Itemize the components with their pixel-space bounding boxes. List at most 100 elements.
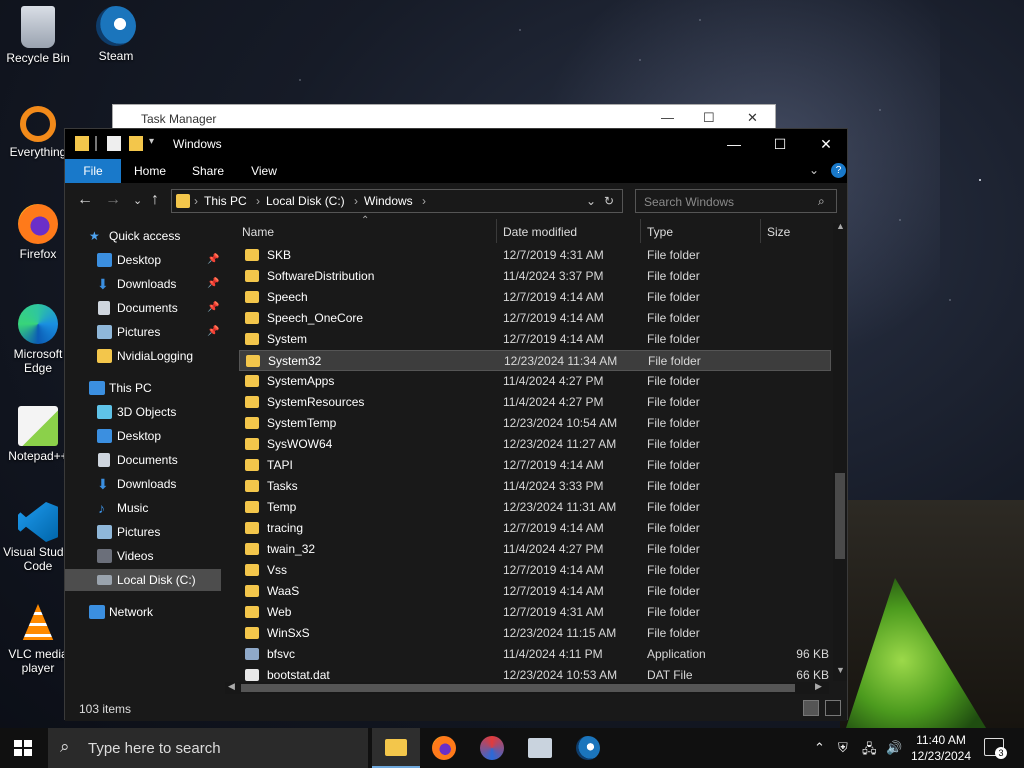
nav-local-disk[interactable]: Local Disk (C:) xyxy=(65,569,221,591)
tab-home[interactable]: Home xyxy=(129,159,171,183)
maximize-button[interactable]: ☐ xyxy=(757,129,803,159)
table-row[interactable]: Temp 12/23/2024 11:31 AM File folder xyxy=(239,497,831,518)
column-divider[interactable] xyxy=(496,219,497,243)
nav-music[interactable]: ♪ Music xyxy=(65,497,221,519)
nav-pictures[interactable]: Pictures xyxy=(65,521,221,543)
chevron-right-icon[interactable]: › xyxy=(422,194,426,208)
horizontal-scrollbar[interactable]: ◀ ▶ xyxy=(225,681,829,694)
taskbar-search[interactable]: ⌕ Type here to search xyxy=(48,728,368,768)
refresh-icon[interactable]: ↻ xyxy=(604,194,614,208)
security-icon[interactable]: ⛨ xyxy=(838,740,848,756)
table-row[interactable]: SoftwareDistribution 11/4/2024 3:37 PM Fil… xyxy=(239,266,831,287)
table-row[interactable]: SystemTemp 12/23/2024 10:54 AM File folder xyxy=(239,413,831,434)
address-dropdown-icon[interactable]: ⌄ xyxy=(586,194,596,208)
back-arrow-icon[interactable]: ← xyxy=(77,191,93,209)
column-name[interactable]: Name xyxy=(242,225,274,239)
taskbar-steam[interactable] xyxy=(564,728,612,768)
clock[interactable]: 11:40 AM 12/23/2024 xyxy=(906,732,976,764)
forward-arrow-icon[interactable]: → xyxy=(105,191,121,209)
breadcrumb-windows[interactable]: Windows xyxy=(364,194,413,208)
taskbar-app[interactable] xyxy=(468,728,516,768)
column-size[interactable]: Size xyxy=(767,225,790,239)
search-icon[interactable]: ⌕ xyxy=(818,194,825,209)
nav-this-pc[interactable]: This PC xyxy=(65,377,221,399)
expand-ribbon-icon[interactable]: ⌄ xyxy=(809,163,819,177)
chevron-right-icon[interactable]: › xyxy=(354,194,358,208)
up-arrow-icon[interactable]: ↑ xyxy=(151,191,159,209)
show-hidden-icons-chevron-icon[interactable]: ⌃ xyxy=(814,740,825,756)
nav-qa-documents[interactable]: Documents 📌 xyxy=(65,297,221,319)
table-row[interactable]: SysWOW64 12/23/2024 11:27 AM File folder xyxy=(239,434,831,455)
breadcrumb-local-disk[interactable]: Local Disk (C:) xyxy=(266,194,345,208)
pin-icon[interactable]: 📌 xyxy=(207,297,219,319)
taskbar-file-explorer[interactable] xyxy=(372,728,420,768)
tab-view[interactable]: View xyxy=(243,159,285,183)
title-bar[interactable]: ▾ Windows — ☐ ✕ xyxy=(65,129,847,159)
nav-qa-desktop[interactable]: Desktop 📌 xyxy=(65,249,221,271)
column-type[interactable]: Type xyxy=(647,225,673,239)
nav-downloads[interactable]: ⬇ Downloads xyxy=(65,473,221,495)
column-divider[interactable] xyxy=(760,219,761,243)
maximize-icon[interactable]: ☐ xyxy=(703,110,715,126)
nav-qa-nvidialogging[interactable]: NvidiaLogging xyxy=(65,345,221,367)
file-explorer-window[interactable]: ▾ Windows — ☐ ✕ File Home Share View ⌄ ?… xyxy=(64,128,848,721)
network-icon[interactable]: 🖧 xyxy=(862,740,877,762)
nav-quick-access[interactable]: ★ Quick access xyxy=(65,225,221,247)
table-row[interactable]: SKB 12/7/2019 4:31 AM File folder xyxy=(239,245,831,266)
tab-share[interactable]: Share xyxy=(187,159,229,183)
nav-qa-downloads[interactable]: ⬇ Downloads 📌 xyxy=(65,273,221,295)
minimize-icon[interactable]: — xyxy=(661,110,674,125)
scrollbar-thumb[interactable] xyxy=(241,684,795,692)
table-row[interactable]: SystemApps 11/4/2024 4:27 PM File folder xyxy=(239,371,831,392)
nav-qa-pictures[interactable]: Pictures 📌 xyxy=(65,321,221,343)
taskbar-firefox[interactable] xyxy=(420,728,468,768)
table-row[interactable]: System 12/7/2019 4:14 AM File folder xyxy=(239,329,831,350)
nav-3d-objects[interactable]: 3D Objects xyxy=(65,401,221,423)
nav-network[interactable]: Network xyxy=(65,601,221,623)
new-folder-icon[interactable] xyxy=(129,136,143,151)
chevron-right-icon[interactable]: › xyxy=(256,194,260,208)
taskbar-network-app[interactable] xyxy=(516,728,564,768)
details-view-button[interactable] xyxy=(803,700,819,716)
table-row[interactable]: Speech_OneCore 12/7/2019 4:14 AM File fold… xyxy=(239,308,831,329)
notification-center-icon[interactable]: 3 xyxy=(984,738,1007,759)
tab-file[interactable]: File xyxy=(65,159,121,183)
minimize-button[interactable]: — xyxy=(711,129,757,159)
scroll-down-icon[interactable]: ▼ xyxy=(836,665,845,675)
table-row[interactable]: SystemResources 11/4/2024 4:27 PM File fol… xyxy=(239,392,831,413)
desktop-icon-recycle-bin[interactable]: Recycle Bin xyxy=(0,6,76,65)
column-date-modified[interactable]: Date modified xyxy=(503,225,577,239)
volume-icon[interactable]: 🔊 xyxy=(886,740,902,756)
scroll-left-icon[interactable]: ◀ xyxy=(228,681,235,692)
table-row[interactable]: tracing 12/7/2019 4:14 AM File folder xyxy=(239,518,831,539)
column-divider[interactable] xyxy=(640,219,641,243)
table-row[interactable]: WinSxS 12/23/2024 11:15 AM File folder xyxy=(239,623,831,644)
recent-locations-icon[interactable]: ⌄ xyxy=(133,194,142,207)
table-row[interactable]: System32 12/23/2024 11:34 AM File folder xyxy=(239,350,831,371)
table-row[interactable]: TAPI 12/7/2019 4:14 AM File folder xyxy=(239,455,831,476)
nav-videos[interactable]: Videos xyxy=(65,545,221,567)
table-row[interactable]: bfsvc 11/4/2024 4:11 PM Application 96 KB xyxy=(239,644,831,665)
table-row[interactable]: twain_32 11/4/2024 4:27 PM File folder xyxy=(239,539,831,560)
table-row[interactable]: Web 12/7/2019 4:31 AM File folder xyxy=(239,602,831,623)
pin-icon[interactable]: 📌 xyxy=(207,249,219,271)
breadcrumb-this-pc[interactable]: This PC xyxy=(204,194,247,208)
table-row[interactable]: Vss 12/7/2019 4:14 AM File folder xyxy=(239,560,831,581)
desktop-icon-steam[interactable]: Steam xyxy=(78,6,154,63)
help-icon[interactable]: ? xyxy=(831,163,846,178)
search-box[interactable]: Search Windows ⌕ xyxy=(635,189,837,213)
table-row[interactable]: Speech 12/7/2019 4:14 AM File folder xyxy=(239,287,831,308)
close-button[interactable]: ✕ xyxy=(803,129,849,159)
start-button[interactable] xyxy=(14,740,32,756)
nav-documents[interactable]: Documents xyxy=(65,449,221,471)
chevron-right-icon[interactable]: › xyxy=(194,194,198,208)
properties-icon[interactable] xyxy=(107,136,121,151)
pin-icon[interactable]: 📌 xyxy=(207,273,219,295)
vertical-scrollbar[interactable]: ▲ ▼ xyxy=(833,221,847,681)
large-icons-view-button[interactable] xyxy=(825,700,841,716)
scroll-up-icon[interactable]: ▲ xyxy=(836,221,845,231)
customize-quick-access-icon[interactable]: ▾ xyxy=(149,136,159,151)
address-bar[interactable]: › This PC › Local Disk (C:) › Windows › … xyxy=(171,189,623,213)
table-row[interactable]: Tasks 11/4/2024 3:33 PM File folder xyxy=(239,476,831,497)
nav-desktop[interactable]: Desktop xyxy=(65,425,221,447)
